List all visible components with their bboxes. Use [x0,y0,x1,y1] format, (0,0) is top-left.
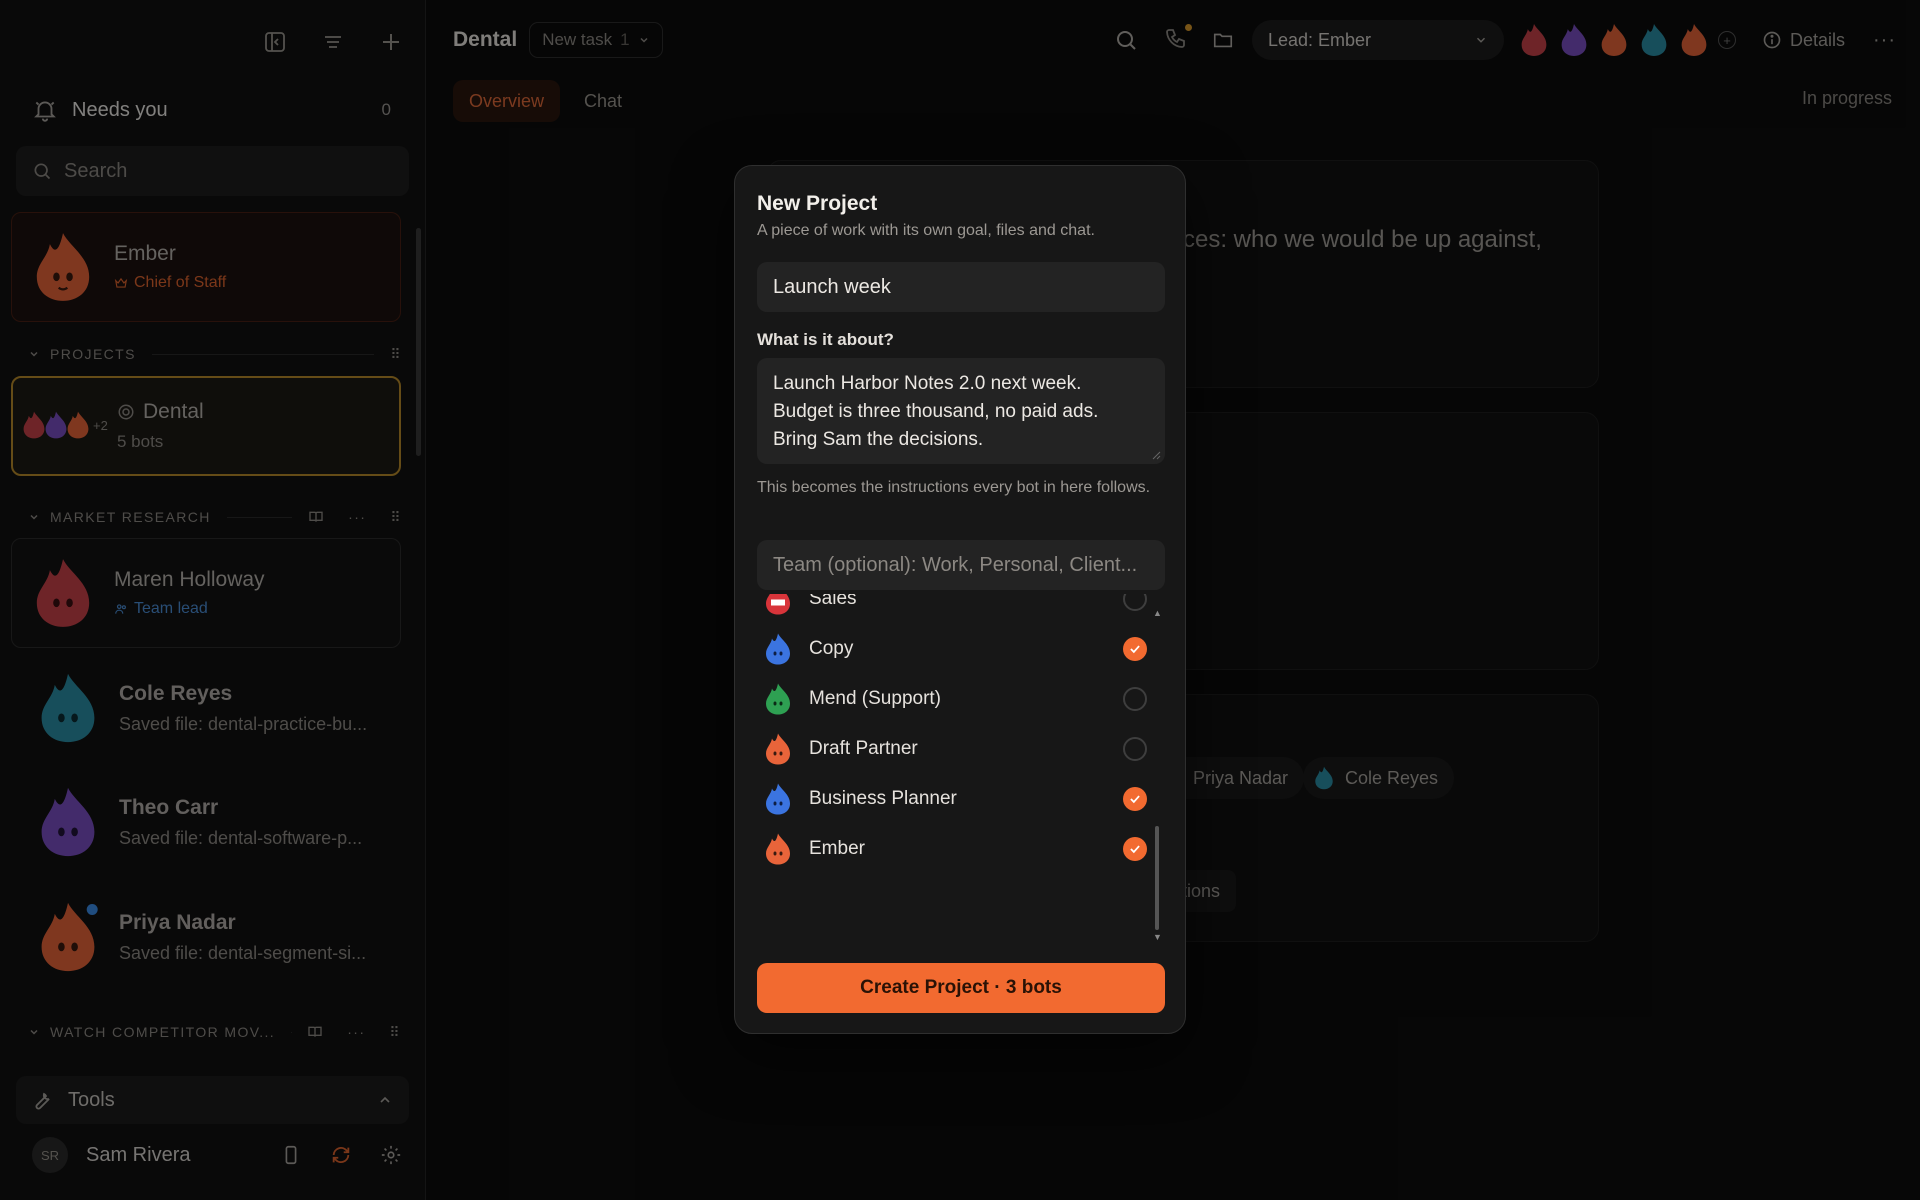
bot-option-mend[interactable]: Mend (Support) [749,674,1149,724]
project-name-field[interactable]: Launch week [757,262,1165,312]
bot-option-sales[interactable]: Sales [749,594,1149,624]
business-planner-bot-icon [766,783,790,815]
scroll-up-arrow-icon[interactable]: ▲ [1153,608,1162,618]
new-project-dialog: New Project A piece of work with its own… [734,165,1186,1034]
bot-checkbox[interactable] [1123,837,1147,861]
bot-checkbox[interactable] [1123,787,1147,811]
team-field[interactable]: Team (optional): Work, Personal, Client.… [757,540,1165,590]
bot-checkbox[interactable] [1123,637,1147,661]
mend-bot-icon [766,683,790,715]
bot-checkbox[interactable] [1123,737,1147,761]
check-icon [1130,845,1140,854]
create-project-button[interactable]: Create Project · 3 bots [757,963,1165,1013]
bot-name: Draft Partner [809,738,918,759]
about-line: Launch Harbor Notes 2.0 next week. [773,373,1082,394]
bot-option-ember[interactable]: Ember [749,824,1149,874]
about-line: Budget is three thousand, no paid ads. [773,401,1099,422]
bot-name: Copy [809,638,854,659]
bot-name: Business Planner [809,788,957,809]
bot-checkbox[interactable] [1123,594,1147,611]
bot-name: Mend (Support) [809,688,942,709]
bot-name: Sales [809,594,857,609]
bot-name: Ember [809,838,865,859]
scroll-down-arrow-icon[interactable]: ▼ [1153,932,1162,942]
bot-option-business-planner[interactable]: Business Planner [749,774,1149,824]
check-icon [1130,795,1140,804]
ember-bot-icon [766,833,790,865]
copy-bot-icon [766,633,790,665]
about-label: What is it about? [757,330,894,349]
about-line: Bring Sam the decisions. [773,429,984,450]
bot-option-copy[interactable]: Copy [749,624,1149,674]
bot-list[interactable]: Sales Copy Mend (Support) Draft Partner … [749,594,1169,934]
about-help-text: This becomes the instructions every bot … [757,479,1151,496]
dialog-subtitle: A piece of work with its own goal, files… [757,222,1095,239]
bot-list-scrollbar[interactable] [1155,826,1159,930]
draft-partner-bot-icon [766,733,790,765]
bot-checkbox[interactable] [1123,687,1147,711]
resize-grip-icon[interactable] [1151,450,1161,460]
about-textarea[interactable]: Launch Harbor Notes 2.0 next week. Budge… [757,358,1165,464]
create-project-label: Create Project · 3 bots [860,977,1062,998]
check-icon [1130,645,1140,654]
dialog-title: New Project [757,192,878,215]
sales-bot-icon [766,594,790,615]
bot-option-draft-partner[interactable]: Draft Partner [749,724,1149,774]
